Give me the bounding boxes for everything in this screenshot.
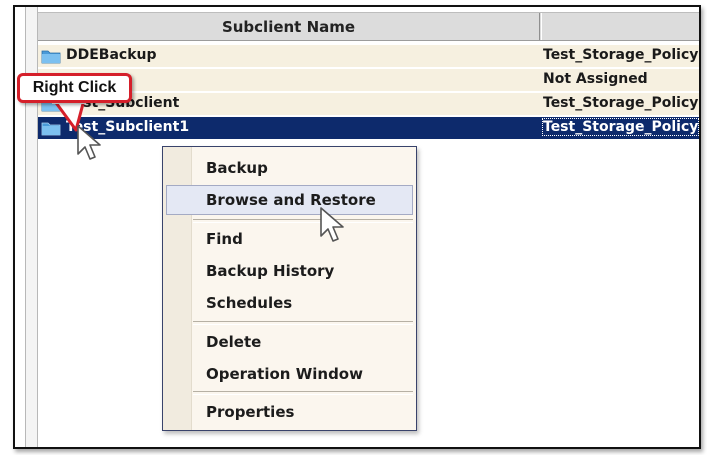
table-header: Subclient Name	[38, 12, 699, 41]
menu-item-schedules[interactable]: Schedules	[166, 288, 413, 318]
menu-separator	[193, 219, 413, 223]
menu-item-operation-window[interactable]: Operation Window	[166, 359, 413, 389]
mouse-pointer-icon	[320, 207, 344, 242]
storage-policy: Test_Storage_Policy	[543, 95, 699, 111]
menu-item-backup-history[interactable]: Backup History	[166, 256, 413, 286]
table-row-selected[interactable]: Test_Subclient1 Test_Storage_Policy	[38, 117, 699, 139]
menu-separator	[193, 391, 413, 395]
mouse-pointer-icon	[77, 125, 101, 160]
menu-item-find[interactable]: Find	[166, 224, 413, 254]
folder-icon	[41, 50, 61, 64]
right-click-callout: Right Click	[17, 73, 132, 103]
callout-text: Right Click	[32, 79, 117, 96]
context-menu: Backup Browse and Restore Find Backup Hi…	[162, 146, 417, 431]
column-header-subclient-name[interactable]: Subclient Name	[38, 13, 540, 40]
table-row[interactable]: DDEBackup Test_Storage_Policy	[38, 45, 699, 67]
storage-policy: Not Assigned	[543, 71, 648, 87]
subclient-name: DDEBackup	[66, 47, 157, 63]
table-row[interactable]: Not Assigned	[38, 69, 699, 91]
subclient-list: DDEBackup Test_Storage_Policy Not Assign…	[38, 45, 699, 141]
menu-item-backup[interactable]: Backup	[166, 153, 413, 183]
menu-item-browse-and-restore[interactable]: Browse and Restore	[166, 185, 413, 215]
storage-policy: Test_Storage_Policy	[541, 118, 699, 136]
menu-separator	[193, 321, 413, 325]
menu-item-properties[interactable]: Properties	[166, 397, 413, 427]
storage-policy: Test_Storage_Policy	[543, 47, 699, 63]
column-header-storage-policy[interactable]	[541, 13, 699, 40]
table-row[interactable]: Test_Subclient Test_Storage_Policy	[38, 93, 699, 115]
menu-item-delete[interactable]: Delete	[166, 327, 413, 357]
